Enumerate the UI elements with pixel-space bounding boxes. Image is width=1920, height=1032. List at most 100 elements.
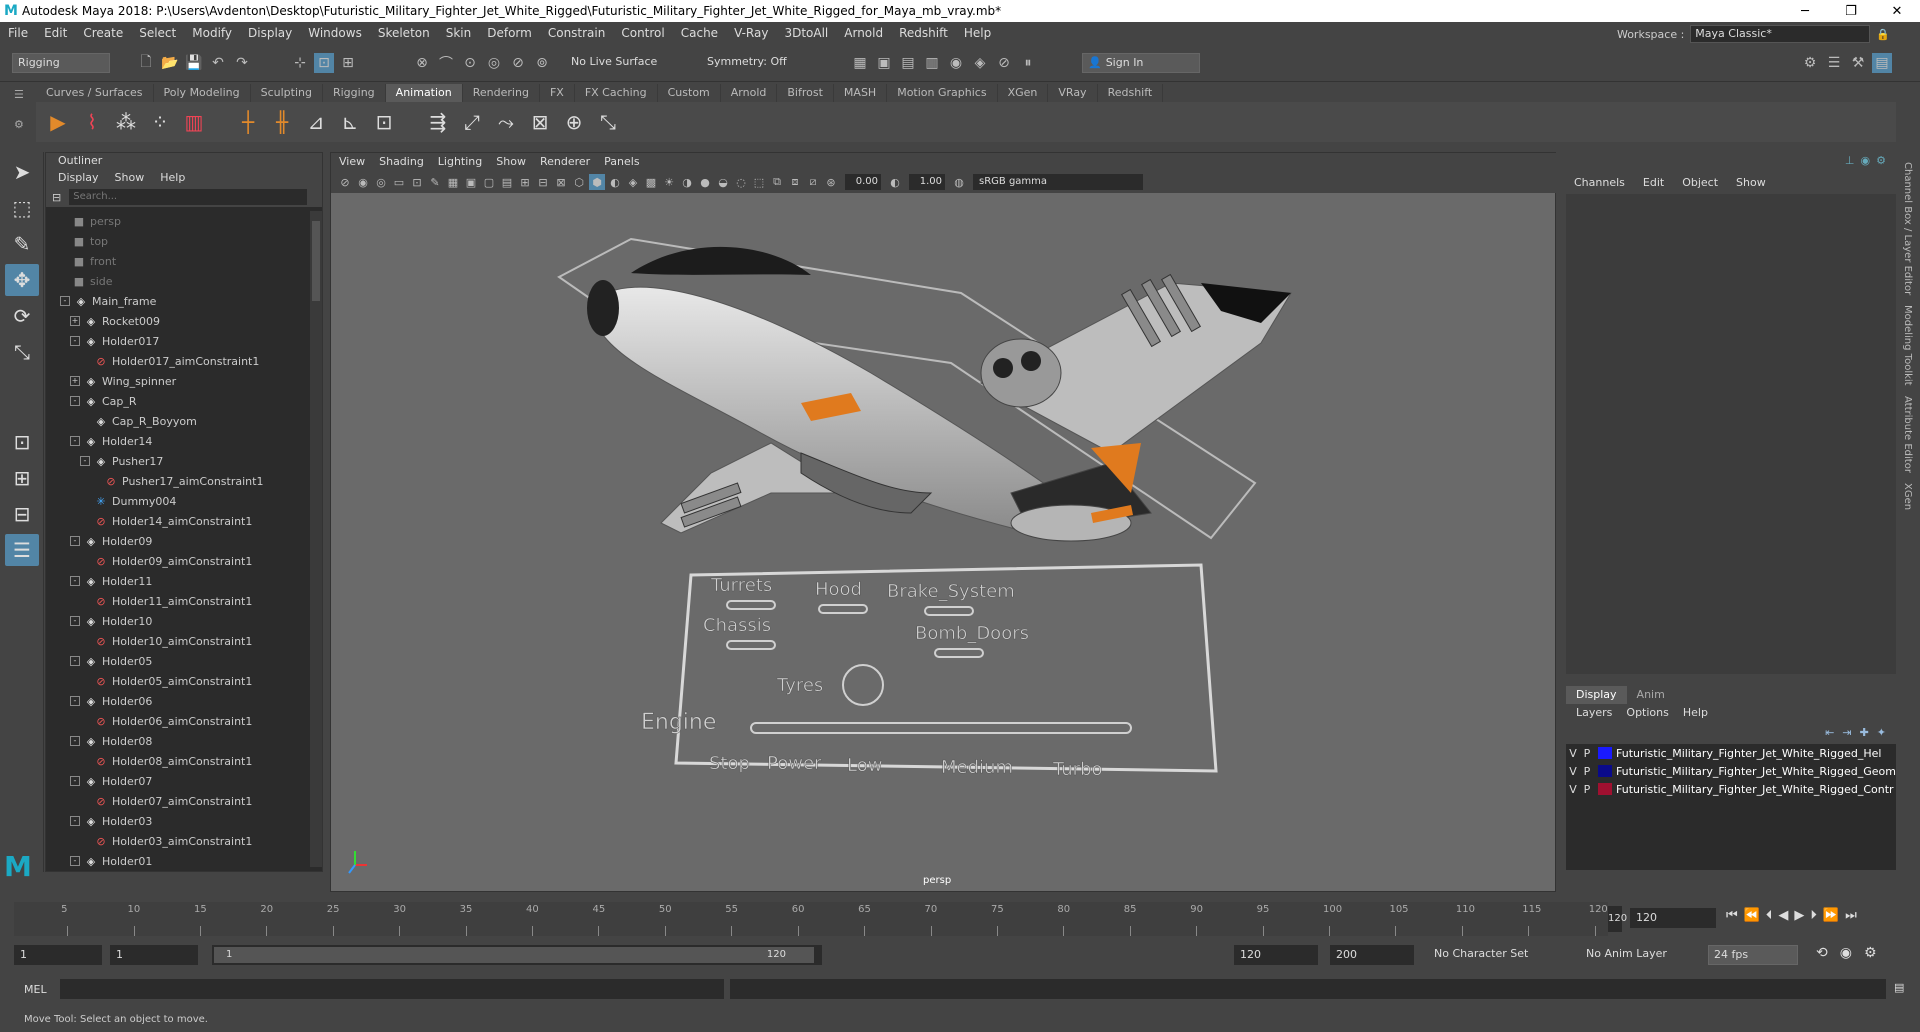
shelf-tab-arnold[interactable]: Arnold — [721, 84, 778, 102]
viewport-menu-view[interactable]: View — [339, 153, 365, 171]
viewport-menu-shading[interactable]: Shading — [379, 153, 424, 171]
symmetry-dropdown[interactable]: Symmetry: Off — [702, 53, 802, 73]
snap-view-icon[interactable]: ◎ — [484, 53, 504, 73]
outliner-layout-icon[interactable]: ☰ — [5, 534, 39, 566]
anim-layer-dropdown[interactable]: No Anim Layer — [1586, 947, 1667, 960]
outliner-item[interactable]: - ◈ Holder08 — [46, 731, 308, 751]
new-scene-icon[interactable]: 🗋 — [136, 53, 156, 73]
maximize-icon[interactable]: ❐ — [1828, 4, 1874, 19]
minimize-icon[interactable]: ─ — [1782, 4, 1828, 19]
outliner-item[interactable]: - ◈ Cap_R — [46, 391, 308, 411]
time-slider-ticks[interactable]: 5 10 15 20 25 30 35 40 45 50 55 60 65 70 75 80 85 90 95 100… — [14, 902, 1608, 936]
side-tab-channel-box-layer-editor[interactable]: Channel Box / Layer Editor — [1902, 162, 1913, 295]
layer-visibility-toggle[interactable]: V — [1566, 747, 1580, 760]
wireframe-on-shaded-icon[interactable]: ◈ — [625, 174, 641, 190]
tyres-rotate-control[interactable] — [842, 664, 884, 706]
render-frame-icon[interactable]: ▣ — [874, 53, 894, 73]
shelf-tab-animation[interactable]: Animation — [385, 84, 463, 102]
layer-playback-toggle[interactable]: P — [1580, 765, 1594, 778]
slider-chassis[interactable] — [726, 640, 776, 650]
menu-deform[interactable]: Deform — [487, 26, 532, 40]
outliner-item[interactable]: - ◈ Main_frame — [46, 291, 308, 311]
outliner-item[interactable]: ⊘ Holder08_aimConstraint1 — [46, 751, 308, 771]
outliner-menu-display[interactable]: Display — [58, 169, 99, 187]
layer-visibility-toggle[interactable]: V — [1566, 783, 1580, 796]
film-gate-icon[interactable]: ▣ — [463, 174, 479, 190]
current-frame-field[interactable]: 120 — [1630, 908, 1716, 928]
move-layer-down-icon[interactable]: ⇥ — [1842, 726, 1851, 739]
gamma-field[interactable]: 1.00 — [909, 174, 945, 190]
render-settings-icon[interactable]: ▥ — [922, 53, 942, 73]
wrench-icon[interactable]: ⚙ — [1876, 154, 1886, 167]
shelf-tab-poly-modeling[interactable]: Poly Modeling — [154, 84, 251, 102]
gamma-icon[interactable]: ◐ — [887, 174, 903, 190]
channel-box-menu-edit[interactable]: Edit — [1643, 174, 1664, 192]
outliner-item[interactable]: + ◈ Rocket009 — [46, 311, 308, 331]
outliner-item[interactable]: ◈ Cap_R_Boyyom — [46, 411, 308, 431]
shelf-tab-xgen[interactable]: XGen — [998, 84, 1049, 102]
slider-bomb-doors[interactable] — [934, 648, 984, 658]
animation-end-field[interactable]: 200 — [1330, 945, 1414, 965]
viewport-menu-renderer[interactable]: Renderer — [540, 153, 590, 171]
dope-sheet-icon[interactable]: ⁂ — [112, 108, 140, 136]
channel-box-menu-show[interactable]: Show — [1736, 174, 1766, 192]
display-layer-row[interactable]: V P Futuristic_Military_Fighter_Jet_White_… — [1566, 762, 1896, 780]
select-tool-icon[interactable]: ➤ — [5, 156, 39, 188]
shelf-tab-rigging[interactable]: Rigging — [323, 84, 386, 102]
redo-icon[interactable]: ↷ — [232, 53, 252, 73]
isolate-select-icon[interactable]: ⬚ — [751, 174, 767, 190]
menu-3dtoall[interactable]: 3DtoAll — [784, 26, 828, 40]
side-tab-modeling-toolkit[interactable]: Modeling Toolkit — [1902, 305, 1913, 386]
script-editor-icon[interactable]: ▤ — [1894, 981, 1904, 994]
menu-skeleton[interactable]: Skeleton — [378, 26, 430, 40]
outliner-item[interactable]: - ◈ Holder10 — [46, 611, 308, 631]
stop-render-icon[interactable]: ⊘ — [994, 53, 1014, 73]
expand-toggle-icon[interactable]: - — [70, 816, 80, 826]
shelf-tab-mash[interactable]: MASH — [834, 84, 888, 102]
playblast-icon[interactable]: ▶ — [44, 108, 72, 136]
shelf-tab-motion-graphics[interactable]: Motion Graphics — [887, 84, 998, 102]
menu-control[interactable]: Control — [621, 26, 664, 40]
shelf-tab-rendering[interactable]: Rendering — [463, 84, 540, 102]
expand-toggle-icon[interactable]: - — [70, 396, 80, 406]
xray-joints-icon[interactable]: ⧈ — [787, 174, 803, 190]
outliner-menu-show[interactable]: Show — [115, 169, 145, 187]
slider-hood[interactable] — [818, 604, 868, 614]
outliner-item[interactable]: - ◈ Pusher17 — [46, 451, 308, 471]
safe-title-icon[interactable]: ⊠ — [553, 174, 569, 190]
rotate-tool-icon[interactable]: ⟳ — [5, 300, 39, 332]
go-to-end-icon[interactable]: ⏭ — [1845, 908, 1857, 923]
viewport-menu-panels[interactable]: Panels — [604, 153, 639, 171]
channel-box-menu-object[interactable]: Object — [1682, 174, 1718, 192]
outliner-item[interactable]: - ◈ Holder14 — [46, 431, 308, 451]
outliner-item[interactable]: ■ side — [46, 271, 308, 291]
four-view-icon[interactable]: ⊞ — [5, 462, 39, 494]
channel-box-menu-channels[interactable]: Channels — [1574, 174, 1625, 192]
layer-tab-display[interactable]: Display — [1566, 686, 1627, 704]
paint-select-icon[interactable]: ✎ — [5, 228, 39, 260]
multisample-icon[interactable]: ◌ — [733, 174, 749, 190]
workspace-dropdown[interactable]: Maya Classic* — [1690, 25, 1871, 43]
menu-file[interactable]: File — [8, 26, 28, 40]
playback-end-field[interactable]: 120 — [1234, 945, 1318, 965]
side-tab-xgen[interactable]: XGen — [1902, 483, 1913, 510]
expand-toggle-icon[interactable]: - — [80, 456, 90, 466]
exposure-icon[interactable]: ⊛ — [823, 174, 839, 190]
layer-color-swatch[interactable] — [1598, 783, 1612, 795]
close-icon[interactable]: ✕ — [1874, 4, 1920, 19]
expand-toggle-icon[interactable]: - — [70, 576, 80, 586]
menu-windows[interactable]: Windows — [308, 26, 362, 40]
outliner-search-input[interactable]: Search... — [69, 189, 308, 205]
lasso-tool-icon[interactable]: ⬚ — [5, 192, 39, 224]
animation-preferences-icon[interactable]: ⚙ — [1864, 945, 1877, 961]
layer-visibility-toggle[interactable]: V — [1566, 765, 1580, 778]
shelf-tab-sculpting[interactable]: Sculpting — [251, 84, 323, 102]
create-joints-icon[interactable]: ┼ — [234, 108, 262, 136]
save-scene-icon[interactable]: 💾 — [184, 53, 204, 73]
hypershade-icon[interactable]: ◉ — [946, 53, 966, 73]
outliner-item[interactable]: ⊘ Holder09_aimConstraint1 — [46, 551, 308, 571]
shelf-tab-bifrost[interactable]: Bifrost — [777, 84, 834, 102]
two-d-pan-icon[interactable]: ⊡ — [409, 174, 425, 190]
select-component-icon[interactable]: ⊞ — [338, 53, 358, 73]
viewport-menu-lighting[interactable]: Lighting — [438, 153, 482, 171]
